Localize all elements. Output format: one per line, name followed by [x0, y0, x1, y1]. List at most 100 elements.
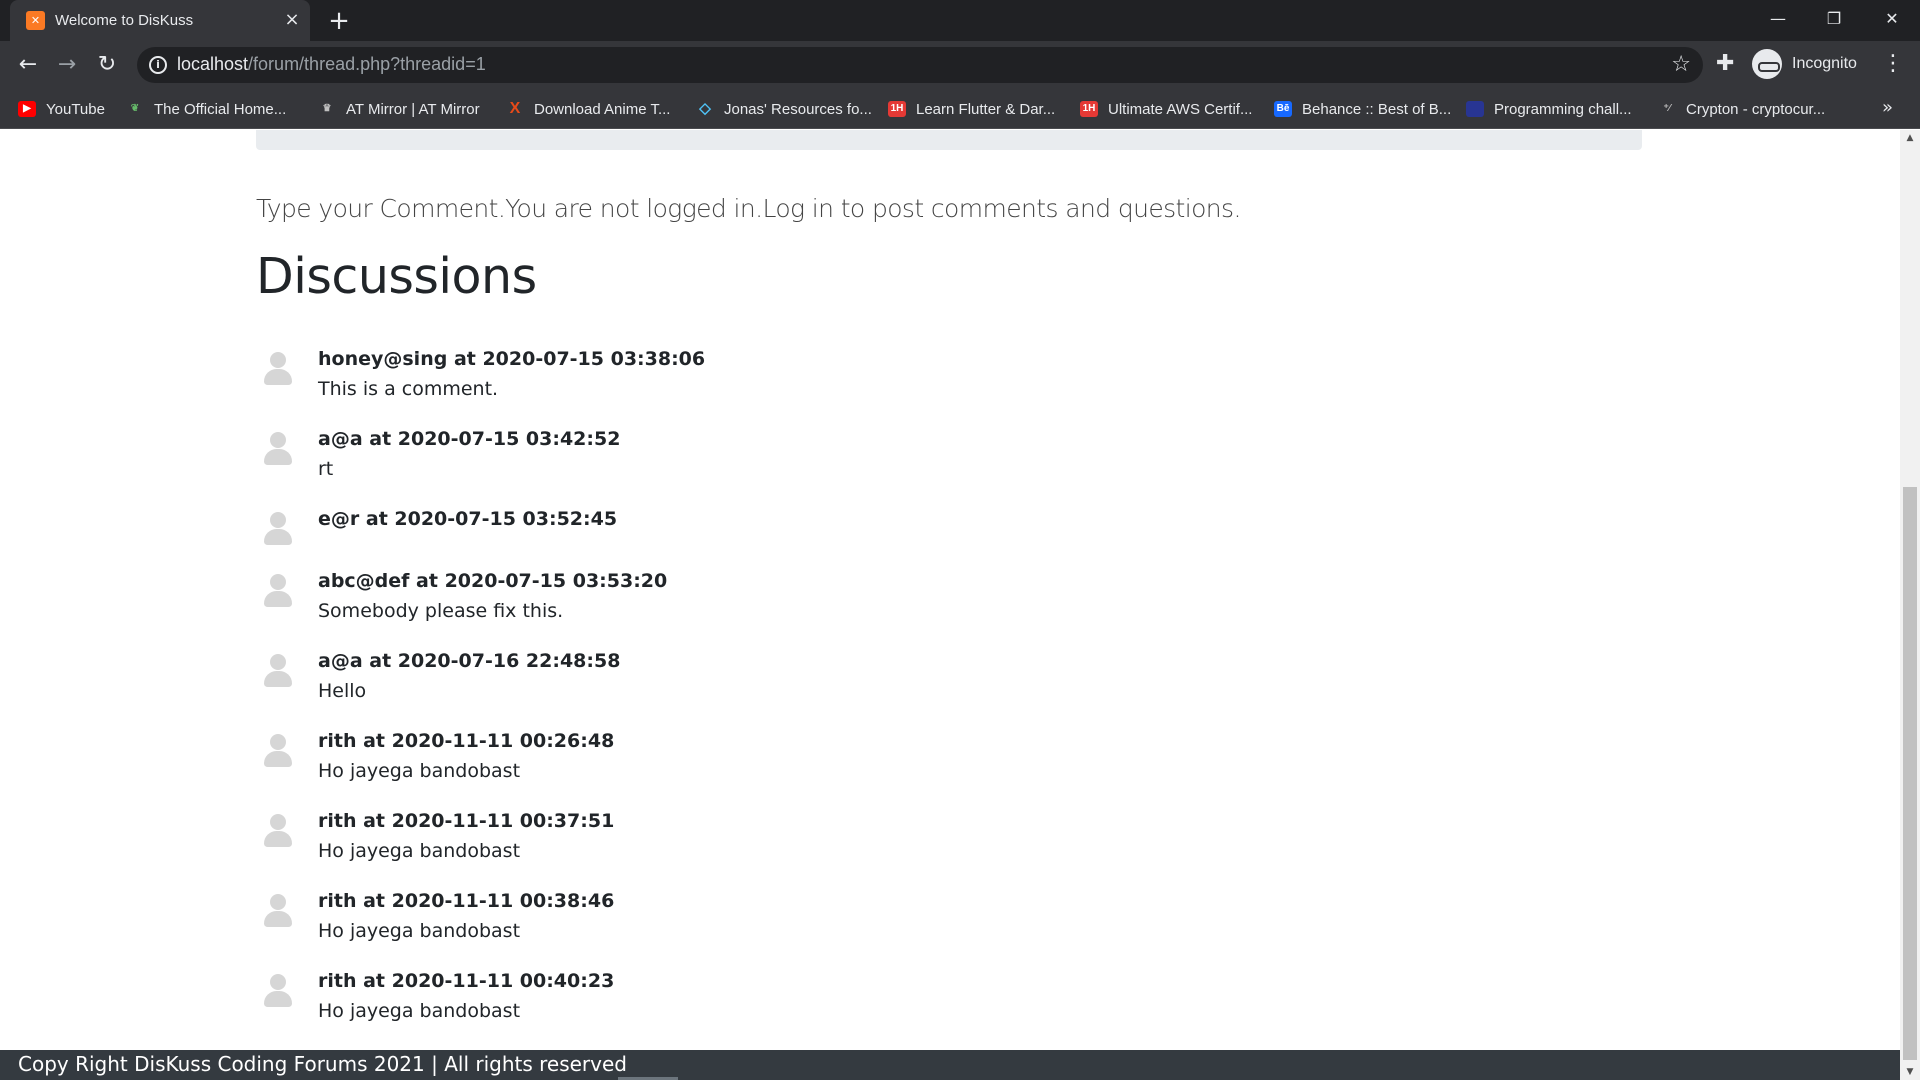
crypto-icon: ⁺⁄	[1663, 103, 1671, 114]
comment-item: rith at 2020-11-11 00:38:46 Ho jayega ba…	[256, 890, 1556, 970]
user-avatar-icon	[262, 894, 292, 930]
comment-item: rith at 2020-11-11 00:26:48 Ho jayega ba…	[256, 730, 1556, 810]
scroll-up-arrow-icon[interactable]: ▲	[1900, 130, 1920, 146]
bookmark-ultimate-aws[interactable]: 1H Ultimate AWS Certif...	[1080, 89, 1252, 129]
page-scrollbar[interactable]: ▲ ▼	[1900, 130, 1920, 1080]
x-icon: X	[509, 100, 521, 117]
incognito-icon	[1752, 49, 1782, 79]
bookmark-label: Ultimate AWS Certif...	[1108, 100, 1253, 118]
back-button[interactable]: ←	[14, 51, 42, 79]
user-avatar-icon	[262, 814, 292, 850]
bookmark-label: Crypton - cryptocur...	[1686, 100, 1826, 118]
url-host: localhost	[177, 54, 249, 74]
bookmark-jonas-resources[interactable]: ◇ Jonas' Resources fo...	[696, 89, 872, 129]
comment-body: Ho jayega bandobast	[318, 1000, 521, 1022]
restore-button[interactable]: ❐	[1806, 0, 1862, 38]
comment-body: Hello	[318, 680, 367, 702]
scrollbar-thumb[interactable]	[1903, 487, 1917, 1060]
user-avatar-icon	[262, 974, 292, 1010]
bookmark-learn-flutter[interactable]: 1H Learn Flutter & Dar...	[888, 89, 1055, 129]
youtube-icon: ▶	[18, 101, 36, 117]
bookmark-label: Learn Flutter & Dar...	[916, 100, 1056, 118]
bookmarks-bar: ▶ YouTube ❦ The Official Home... ♛ AT Mi…	[0, 89, 1920, 129]
bookmark-label: Jonas' Resources fo...	[724, 100, 872, 118]
bookmark-label: Behance :: Best of B...	[1302, 100, 1452, 118]
url-text[interactable]: localhost/forum/thread.php?threadid=1	[177, 54, 486, 75]
comment-author-time: e@r at 2020-07-15 03:52:45	[318, 508, 618, 530]
comment-author-time: rith at 2020-11-11 00:40:23	[318, 970, 615, 992]
forward-button[interactable]: →	[53, 51, 81, 79]
mirror-icon: ♛	[322, 103, 332, 114]
thread-jumbotron-bottom	[256, 130, 1642, 150]
browser-tab[interactable]: ✕ Welcome to DisKuss ×	[10, 0, 310, 41]
new-tab-button[interactable]: +	[326, 8, 352, 34]
xampp-icon: ✕	[26, 11, 45, 30]
leaf-icon: ❦	[130, 103, 140, 114]
tab-title: Welcome to DisKuss	[55, 12, 194, 29]
bookmark-label: Programming chall...	[1494, 100, 1632, 118]
bookmark-programming-challenges[interactable]: Programming chall...	[1466, 89, 1632, 129]
user-avatar-icon	[262, 574, 292, 610]
comment-author-time: honey@sing at 2020-07-15 03:38:06	[318, 348, 706, 370]
1h-icon: 1H	[1080, 101, 1098, 117]
login-notice: Type your Comment.You are not logged in.…	[256, 194, 1241, 223]
comment-body: Ho jayega bandobast	[318, 920, 521, 942]
comment-body: Ho jayega bandobast	[318, 760, 521, 782]
scroll-down-arrow-icon[interactable]: ▼	[1900, 1064, 1920, 1080]
comment-item: e@r at 2020-07-15 03:52:45	[256, 508, 1556, 570]
bookmarks-overflow-icon[interactable]: »	[1882, 97, 1893, 118]
address-bar[interactable]: i localhost/forum/thread.php?threadid=1 …	[137, 47, 1703, 83]
bookmark-star-icon[interactable]: ☆	[1671, 52, 1691, 77]
comment-item: rith at 2020-11-11 00:40:23 Ho jayega ba…	[256, 970, 1556, 1050]
comment-item: a@a at 2020-07-16 22:48:58 Hello	[256, 650, 1556, 730]
page-viewport: Type your Comment.You are not logged in.…	[0, 130, 1900, 1080]
bookmark-at-mirror[interactable]: ♛ AT Mirror | AT Mirror	[318, 89, 480, 129]
comment-item: abc@def at 2020-07-15 03:53:20 Somebody …	[256, 570, 1556, 650]
diamond-icon: ◇	[699, 100, 711, 117]
user-avatar-icon	[262, 654, 292, 690]
comment-author-time: rith at 2020-11-11 00:26:48	[318, 730, 615, 752]
comment-author-time: abc@def at 2020-07-15 03:53:20	[318, 570, 668, 592]
extensions-icon[interactable]: ✚	[1716, 51, 1734, 76]
comment-body: Somebody please fix this.	[318, 600, 564, 622]
comment-item: honey@sing at 2020-07-15 03:38:06 This i…	[256, 348, 1556, 428]
bookmark-label: AT Mirror | AT Mirror	[346, 100, 480, 118]
more-menu-icon[interactable]: ⋮	[1882, 51, 1904, 76]
info-icon[interactable]: i	[149, 56, 167, 74]
bookmark-download-anime[interactable]: X Download Anime T...	[506, 89, 671, 129]
tab-strip: ✕ Welcome to DisKuss × + — ❐ ✕	[0, 0, 1920, 41]
close-window-button[interactable]: ✕	[1864, 0, 1920, 38]
behance-icon: Bē	[1274, 101, 1292, 117]
1h-icon: 1H	[888, 101, 906, 117]
comment-author-time: rith at 2020-11-11 00:37:51	[318, 810, 615, 832]
user-avatar-icon	[262, 734, 292, 770]
comment-body: Ho jayega bandobast	[318, 840, 521, 862]
incognito-label: Incognito	[1792, 55, 1857, 72]
comment-body: rt	[318, 458, 334, 480]
bookmark-label: YouTube	[46, 100, 105, 118]
user-avatar-icon	[262, 352, 292, 388]
comment-body: This is a comment.	[318, 378, 499, 400]
discussions-heading: Discussions	[256, 248, 537, 305]
bookmark-label: The Official Home...	[154, 100, 287, 118]
code-icon	[1466, 101, 1484, 117]
comment-item: rith at 2020-11-11 00:37:51 Ho jayega ba…	[256, 810, 1556, 890]
reload-button[interactable]: ↻	[93, 51, 121, 79]
bookmark-crypton[interactable]: ⁺⁄ Crypton - cryptocur...	[1658, 89, 1826, 129]
minimize-button[interactable]: —	[1750, 0, 1806, 38]
bookmark-official-home[interactable]: ❦ The Official Home...	[126, 89, 286, 129]
bookmark-label: Download Anime T...	[534, 100, 671, 118]
user-avatar-icon	[262, 432, 292, 468]
comments-list: honey@sing at 2020-07-15 03:38:06 This i…	[256, 348, 1556, 1050]
comment-author-time: rith at 2020-11-11 00:38:46	[318, 890, 615, 912]
incognito-profile-button[interactable]: Incognito	[1752, 46, 1866, 84]
user-avatar-icon	[262, 512, 292, 548]
comment-author-time: a@a at 2020-07-16 22:48:58	[318, 650, 621, 672]
close-tab-icon[interactable]: ×	[281, 9, 303, 31]
footer-copyright: Copy Right DisKuss Coding Forums 2021 | …	[18, 1052, 627, 1076]
bookmark-youtube[interactable]: ▶ YouTube	[18, 89, 105, 129]
url-path: /forum/thread.php?threadid=1	[248, 54, 486, 74]
page-footer: Copy Right DisKuss Coding Forums 2021 | …	[0, 1050, 1900, 1080]
bookmark-behance[interactable]: Bē Behance :: Best of B...	[1274, 89, 1451, 129]
comment-author-time: a@a at 2020-07-15 03:42:52	[318, 428, 621, 450]
